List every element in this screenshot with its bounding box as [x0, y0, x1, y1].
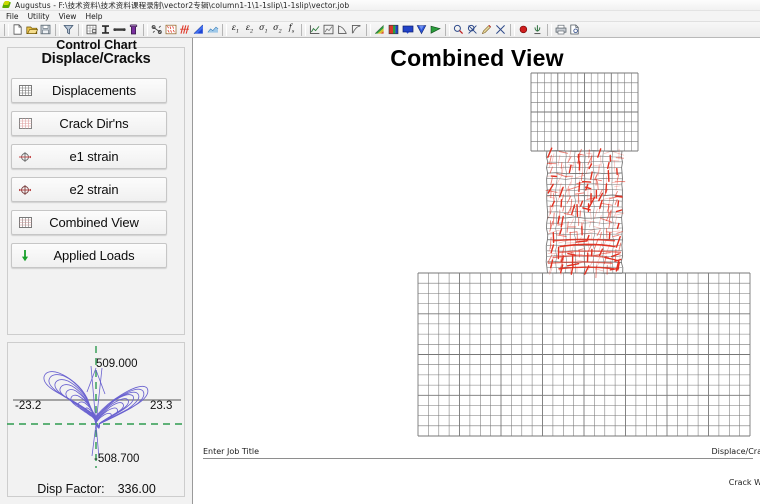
chart-y-max-label: 509.000	[96, 358, 138, 370]
zoom-out-x-icon[interactable]	[466, 23, 479, 36]
percent-icon[interactable]	[150, 23, 163, 36]
legend-box-icon[interactable]	[401, 23, 414, 36]
disp-factor-value: 336.00	[117, 482, 156, 496]
mesh-grid-pink-icon	[12, 118, 38, 129]
panel-title: Displace/Cracks	[41, 51, 151, 67]
mesh-grid-icon	[12, 85, 38, 96]
column-element-icon[interactable]	[127, 23, 140, 36]
footer-label-crack-width: Crack W	[728, 478, 760, 487]
sidebar-item-crack-dirns[interactable]: Crack Dir'ns	[11, 111, 167, 136]
footer-divider	[203, 458, 753, 459]
toolbar: ε1 ε2 σ1 σ2 fs	[0, 22, 760, 38]
toolbar-separator	[78, 23, 83, 36]
sidebar-item-label: e2 strain	[69, 182, 119, 197]
color-ramp-icon[interactable]	[373, 23, 386, 36]
mesh-window-icon[interactable]	[85, 23, 98, 36]
pencil-measure-icon[interactable]	[480, 23, 493, 36]
printer-icon[interactable]	[554, 23, 567, 36]
epsilon-1-sub: 1	[236, 28, 240, 35]
disp-factor-row: Disp Factor: 336.00	[0, 482, 193, 496]
chart-y-min-label: -508.700	[94, 453, 140, 465]
window-title: Augustus - F:\技术资料\技术资料课程录制\vector2专辑\co…	[15, 0, 350, 10]
flag-green-icon[interactable]	[429, 23, 442, 36]
mesh-grid-icon	[12, 217, 38, 228]
epsilon-1-icon[interactable]: ε1	[229, 23, 242, 36]
red-node-icon[interactable]	[517, 23, 530, 36]
sidebar-item-e1-strain[interactable]: e1 strain	[11, 144, 167, 169]
disp-factor-label: Disp Factor:	[37, 482, 105, 496]
open-folder-icon[interactable]	[25, 23, 38, 36]
sidebar-item-label: e1 strain	[69, 149, 119, 164]
chart-box-icon[interactable]	[322, 23, 335, 36]
toolbar-separator	[301, 23, 306, 36]
print-preview-icon[interactable]	[568, 23, 581, 36]
menu-item-help[interactable]: Help	[83, 12, 109, 21]
sidebar-item-displacements[interactable]: Displacements	[11, 78, 167, 103]
chart-x-max-label: 23.3	[150, 400, 173, 412]
sidebar-item-combined-view[interactable]: Combined View	[11, 210, 167, 235]
toolbar-separator	[222, 23, 227, 36]
crack-width-icon[interactable]	[178, 23, 191, 36]
toolbar-separator	[4, 23, 9, 36]
palette-icon[interactable]	[387, 23, 400, 36]
application-window: Augustus - F:\技术资料\技术资料课程录制\vector2专辑\co…	[0, 0, 760, 504]
sidebar-item-label: Combined View	[49, 215, 139, 230]
crack-pattern-icon[interactable]	[164, 23, 177, 36]
toolbar-separator	[366, 23, 371, 36]
strain-cross-dark-icon	[12, 184, 38, 196]
toolbar-separator	[55, 23, 60, 36]
new-document-icon[interactable]	[11, 23, 24, 36]
sigma-1-icon[interactable]: σ1	[257, 23, 270, 36]
job-title-field[interactable]: Enter Job Title	[203, 447, 259, 456]
clear-x-icon[interactable]	[494, 23, 507, 36]
epsilon-2-sub: 2	[250, 28, 254, 35]
curve-right-icon[interactable]	[350, 23, 363, 36]
sidebar-item-label: Crack Dir'ns	[59, 116, 129, 131]
sidebar-item-label: Applied Loads	[53, 248, 135, 263]
sidebar-button-list: Displacements Crack Dir'ns e1 strain e2 …	[11, 78, 167, 276]
graph-axes-icon[interactable]	[308, 23, 321, 36]
epsilon-2-icon[interactable]: ε2	[243, 23, 256, 36]
title-bar: Augustus - F:\技术资料\技术资料课程录制\vector2专辑\co…	[0, 0, 760, 11]
menu-item-utility[interactable]: Utility	[26, 12, 57, 21]
menu-item-view[interactable]: View	[57, 12, 84, 21]
footer-label-displace-cracks: Displace/Cra	[711, 447, 760, 456]
base-block-mesh	[417, 272, 751, 437]
menu-bar: File Utility View Help	[0, 11, 760, 22]
toolbar-separator	[143, 23, 148, 36]
main-view[interactable]: Combined View Enter Job Title Displace/C…	[194, 38, 760, 504]
sigma-1-sub: 1	[264, 28, 268, 35]
function-f-icon[interactable]: fs	[285, 23, 298, 36]
control-chart-title: Control Chart	[56, 38, 137, 52]
contour-fill-icon[interactable]	[192, 23, 205, 36]
toolbar-separator	[445, 23, 450, 36]
save-disk-icon[interactable]	[39, 23, 52, 36]
augustus-logo-icon	[2, 1, 11, 9]
funnel-filter-icon[interactable]	[62, 23, 75, 36]
load-arrow-green-icon	[12, 249, 38, 262]
chart-x-min-label: -23.2	[15, 400, 42, 412]
f-sub: s	[291, 28, 295, 35]
menu-item-file[interactable]: File	[4, 12, 26, 21]
sigma-2-sub: 2	[278, 28, 282, 35]
sigma-2-icon[interactable]: σ2	[271, 23, 284, 36]
toolbar-separator	[547, 23, 552, 36]
shield-blue-icon[interactable]	[415, 23, 428, 36]
top-block-mesh	[530, 72, 639, 152]
sidebar-item-e2-strain[interactable]: e2 strain	[11, 177, 167, 202]
zoom-magnifier-icon[interactable]	[452, 23, 465, 36]
sidebar-item-applied-loads[interactable]: Applied Loads	[11, 243, 167, 268]
toolbar-separator	[510, 23, 515, 36]
sidebar-item-label: Displacements	[52, 83, 136, 98]
i-beam-icon[interactable]	[99, 23, 112, 36]
fea-mesh-canvas	[417, 72, 751, 437]
ruler-icon[interactable]	[113, 23, 126, 36]
strain-cross-red-icon	[12, 151, 38, 163]
surface-plot-icon[interactable]	[206, 23, 219, 36]
support-icon[interactable]	[531, 23, 544, 36]
curve-left-icon[interactable]	[336, 23, 349, 36]
